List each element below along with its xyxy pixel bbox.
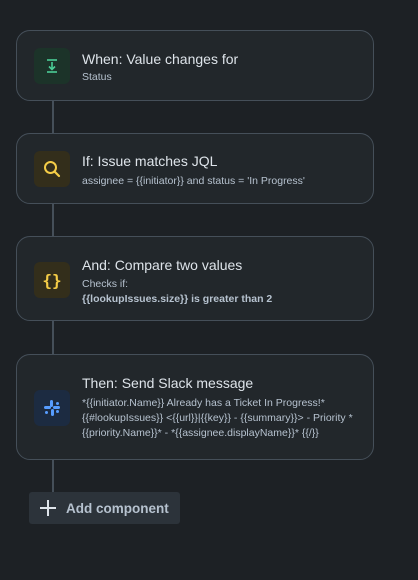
compare-expression: {{lookupIssues.size}} is greater than 2 — [82, 293, 273, 305]
jql-condition-card[interactable]: If: Issue matches JQL assignee = {{initi… — [16, 133, 374, 204]
plus-icon — [40, 500, 56, 516]
flow-connector — [52, 320, 54, 355]
flow-connector — [52, 203, 54, 237]
download-arrow-icon — [47, 59, 57, 73]
jql-query: assignee = {{initiator}} and status = 'I… — [82, 175, 305, 187]
flow-connector — [52, 459, 54, 492]
slack-icon-box — [34, 390, 70, 426]
jql-icon-box — [34, 151, 70, 187]
add-component-button[interactable]: Add component — [29, 492, 180, 524]
trigger-icon-box — [34, 48, 70, 84]
slack-title: Then: Send Slack message — [82, 375, 254, 391]
curly-braces-icon: {} — [42, 270, 62, 290]
compare-values-card[interactable]: {} And: Compare two values Checks if: {{… — [16, 236, 374, 321]
add-component-label: Add component — [66, 500, 169, 516]
flow-connector — [52, 100, 54, 134]
jql-title: If: Issue matches JQL — [82, 153, 218, 169]
slack-icon — [44, 400, 60, 416]
trigger-title: When: Value changes for — [82, 51, 239, 67]
compare-checks-label: Checks if: — [82, 278, 129, 290]
trigger-card[interactable]: When: Value changes for Status — [16, 30, 374, 101]
slack-action-card[interactable]: Then: Send Slack message *{{initiator.Na… — [16, 354, 374, 460]
compare-icon-box: {} — [34, 262, 70, 298]
slack-message-body: *{{initiator.Name}} Already has a Ticket… — [82, 397, 353, 439]
trigger-field: Status — [82, 71, 112, 83]
compare-title: And: Compare two values — [82, 257, 243, 273]
search-icon — [44, 161, 61, 178]
